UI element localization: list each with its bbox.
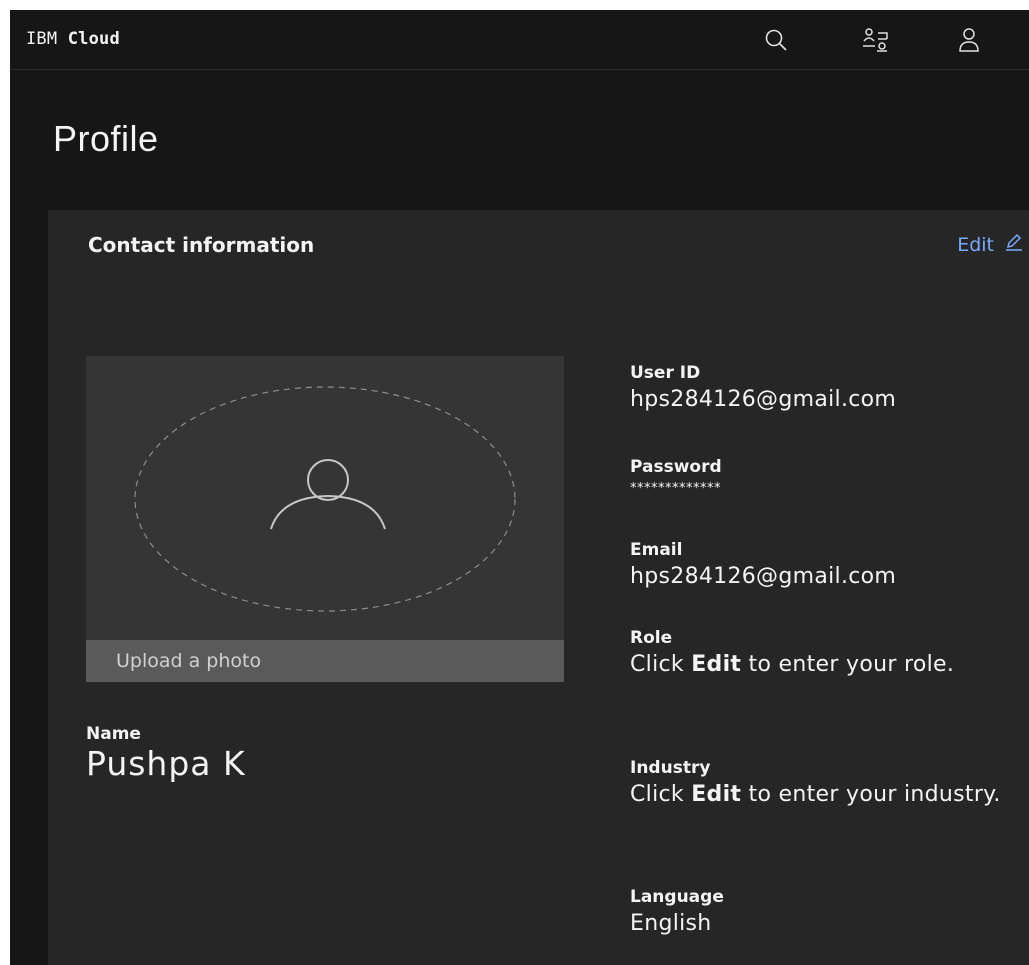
password-field: Password ************* [630,456,1029,500]
email-value: hps284126@gmail.com [630,564,897,589]
user-id-label: User ID [630,363,701,383]
name-label: Name [86,724,141,744]
role-prefix: Click [630,652,692,677]
role-field: Role Click Edit to enter your role. [630,627,1029,680]
industry-value: Click Edit to enter your industry. [630,779,1029,810]
email-label: Email [630,540,683,560]
language-value: English [630,911,712,936]
industry-edit-emphasis: Edit [691,782,742,807]
brand-prefix: IBM [26,29,58,49]
upload-photo-button[interactable]: Upload a photo [86,640,564,682]
photo-placeholder [131,384,519,614]
role-suffix: to enter your role. [741,652,955,677]
edit-label: Edit [957,233,994,256]
brand-name: Cloud [67,29,120,49]
contact-information-card: Contact information Edit Upload a photo … [48,210,1029,965]
password-label: Password [630,457,722,477]
search-icon[interactable] [760,24,792,56]
user-id-field: User ID hps284126@gmail.com [630,362,1029,415]
industry-prefix: Click [630,782,692,807]
industry-suffix: to enter your industry. [741,782,1001,807]
language-label: Language [630,887,724,907]
user-id-value: hps284126@gmail.com [630,387,897,412]
card-title: Contact information [88,233,315,257]
role-value: Click Edit to enter your role. [630,649,1029,680]
user-icon[interactable] [953,24,985,56]
industry-field: Industry Click Edit to enter your indust… [630,757,1029,810]
password-value: ************* [630,481,721,496]
switcher-icon[interactable] [860,24,892,56]
role-edit-emphasis: Edit [691,652,742,677]
top-header: IBM Cloud [10,10,1029,70]
industry-label: Industry [630,758,711,778]
edit-button[interactable]: Edit [957,232,1024,257]
language-field: Language English [630,886,1029,939]
pencil-icon [1004,232,1024,257]
brand-logo[interactable]: IBM Cloud [26,29,120,49]
profile-photo: Upload a photo [86,356,564,682]
name-value: Pushpa K [86,744,246,783]
app-window: IBM Cloud Profile Contact information Ed… [10,10,1029,965]
avatar-icon [270,459,386,530]
email-field: Email hps284126@gmail.com [630,539,1029,592]
page-title: Profile [53,118,159,159]
role-label: Role [630,628,673,648]
